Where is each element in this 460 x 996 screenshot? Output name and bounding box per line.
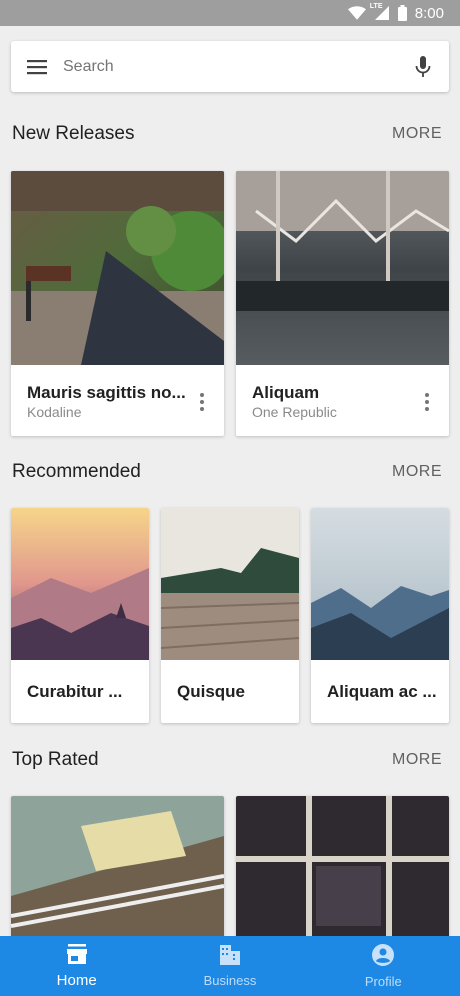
more-button[interactable]: MORE (392, 751, 442, 769)
album-card[interactable]: Mauris sagittis no... Kodaline (11, 171, 224, 436)
recommended-art (161, 508, 299, 660)
nav-label: Home (56, 971, 97, 989)
search-bar[interactable]: Search (11, 41, 449, 92)
recommended-card[interactable]: Quisque (161, 508, 299, 723)
album-art (11, 171, 224, 365)
more-button[interactable]: MORE (392, 125, 442, 143)
section-title: Top Rated (12, 749, 99, 770)
nav-label: Business (203, 972, 257, 988)
search-input[interactable]: Search (63, 58, 411, 76)
recommended-title: Curabitur ... (27, 682, 123, 701)
album-title: Mauris sagittis no... (27, 383, 186, 402)
nav-profile[interactable]: Profile (307, 936, 460, 996)
status-time: 8:00 (414, 4, 444, 22)
album-title: Aliquam (252, 383, 320, 402)
more-vert-icon[interactable] (423, 393, 431, 411)
section-header-new-releases: New Releases MORE (12, 119, 444, 149)
recommended-card[interactable]: Aliquam ac ... (311, 508, 449, 723)
recommended-card[interactable]: Curabitur ... (11, 508, 149, 723)
section-header-recommended: Recommended MORE (12, 457, 444, 487)
album-art (236, 171, 449, 365)
section-title: New Releases (12, 123, 135, 144)
more-vert-icon[interactable] (198, 393, 206, 411)
recommended-art (11, 508, 149, 660)
menu-icon[interactable] (25, 55, 49, 79)
status-bar: LTE 8:00 (0, 0, 460, 26)
battery-icon (397, 5, 407, 21)
more-button[interactable]: MORE (392, 463, 442, 481)
section-title: Recommended (12, 461, 141, 482)
recommended-art (311, 508, 449, 660)
recommended-title: Quisque (177, 682, 246, 701)
wifi-icon (347, 6, 366, 20)
microphone-icon[interactable] (411, 55, 435, 79)
business-icon (219, 944, 241, 970)
recommended-title: Aliquam ac ... (327, 682, 437, 701)
store-icon (66, 943, 88, 969)
bottom-navigation: Home Business Profile (0, 936, 460, 996)
album-artist: One Republic (252, 404, 337, 420)
nav-home[interactable]: Home (0, 936, 153, 996)
network-type: LTE (369, 3, 383, 10)
album-card[interactable]: Aliquam One Republic (236, 171, 449, 436)
account-circle-icon (372, 943, 395, 971)
nav-business[interactable]: Business (153, 936, 306, 996)
album-artist: Kodaline (27, 404, 82, 420)
nav-label: Profile (364, 973, 402, 989)
cell-signal-icon: LTE (370, 3, 390, 20)
section-header-top-rated: Top Rated MORE (12, 745, 444, 775)
